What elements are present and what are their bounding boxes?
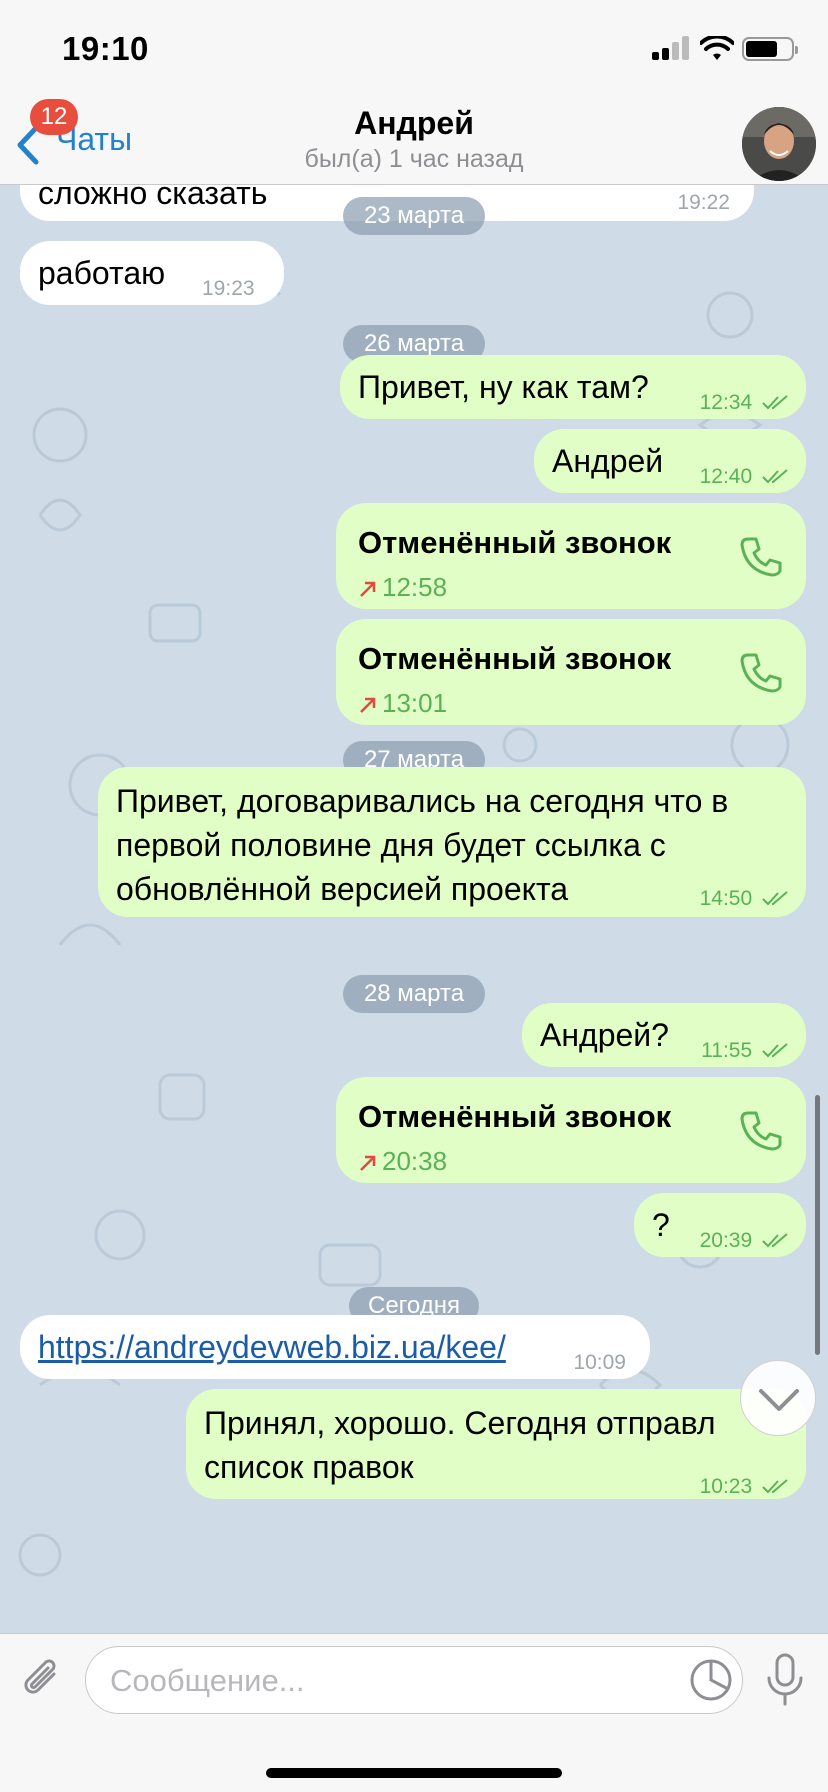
- message-text: Привет, ну как там?: [358, 369, 649, 405]
- message-time: 19:22: [677, 191, 730, 214]
- call-outgoing-arrow-icon: [360, 581, 376, 598]
- cancelled-call-message[interactable]: Отменённый звонок 20:38: [336, 1077, 806, 1183]
- input-bar: Сообщение...: [0, 1633, 828, 1792]
- call-title: Отменённый звонок: [358, 1099, 672, 1134]
- message-meta: 20:39: [700, 1219, 792, 1263]
- read-ticks-icon: [762, 1479, 788, 1494]
- message-outgoing[interactable]: Привет, договаривались на сегодня что в …: [98, 767, 806, 917]
- status-bar: 19:10: [0, 0, 828, 95]
- message-link[interactable]: https://andreydevweb.biz.ua/kee/: [38, 1325, 506, 1369]
- contact-status: был(а) 1 час назад: [304, 145, 524, 173]
- phone-icon[interactable]: [736, 533, 784, 581]
- message-time: 11:55: [701, 1039, 753, 1062]
- read-ticks-icon: [762, 1233, 788, 1248]
- nav-bar: Чаты 12 Андрей был(а) 1 час назад: [0, 95, 828, 185]
- home-indicator: [266, 1768, 562, 1778]
- message-time: 14:50: [699, 887, 753, 910]
- message-text: ?: [652, 1207, 670, 1243]
- message-text: Привет, договаривались на сегодня что в …: [116, 779, 728, 911]
- message-outgoing[interactable]: Андрей? 11:55: [522, 1003, 806, 1067]
- contact-name[interactable]: Андрей: [0, 105, 828, 142]
- message-time: 12:40: [699, 465, 753, 488]
- message-input[interactable]: Сообщение...: [85, 1646, 743, 1714]
- sticker-icon[interactable]: [688, 1657, 734, 1703]
- message-meta: 14:50: [700, 877, 792, 921]
- avatar[interactable]: [742, 107, 816, 181]
- message-outgoing[interactable]: ? 20:39: [634, 1193, 806, 1257]
- call-outgoing-arrow-icon: [360, 697, 376, 714]
- read-ticks-icon: [762, 395, 788, 410]
- microphone-icon[interactable]: [764, 1652, 806, 1708]
- read-ticks-icon: [762, 469, 788, 484]
- read-ticks-icon: [762, 1043, 788, 1058]
- message-text: Андрей: [552, 443, 664, 479]
- call-time: 12:58: [382, 572, 448, 602]
- battery-icon: [742, 37, 798, 61]
- message-time: 12:34: [699, 391, 753, 414]
- message-meta: 10:23: [700, 1465, 792, 1509]
- message-incoming[interactable]: работаю 19:23: [20, 241, 284, 305]
- wifi-icon: [700, 36, 734, 60]
- message-time: 10:23: [699, 1475, 753, 1498]
- call-title: Отменённый звонок: [358, 525, 672, 560]
- message-text: Принял, хорошо. Сегодня отправл список п…: [204, 1401, 764, 1489]
- call-time: 20:38: [382, 1146, 448, 1176]
- chevron-down-icon: [759, 1389, 799, 1411]
- message-line: Привет, договаривались на сегодня что в: [116, 783, 729, 819]
- date-divider: 23 марта: [343, 197, 485, 235]
- date-divider: 28 марта: [343, 975, 485, 1013]
- message-meta: 12:40: [700, 455, 792, 499]
- message-meta: 12:34: [700, 381, 792, 425]
- message-outgoing[interactable]: Андрей 12:40: [534, 429, 806, 493]
- scroll-to-bottom-button[interactable]: [740, 1360, 816, 1436]
- message-time: 19:23: [202, 277, 255, 300]
- call-meta: 20:38: [358, 1139, 447, 1183]
- message-line: обновлённой версией проекта: [116, 871, 569, 907]
- message-text: работаю: [38, 255, 166, 291]
- message-line: список правок: [204, 1449, 414, 1485]
- message-line: Принял, хорошо. Сегодня отправл: [204, 1405, 716, 1441]
- call-outgoing-arrow-icon: [360, 1155, 376, 1172]
- message-input-placeholder: Сообщение...: [110, 1663, 305, 1698]
- message-incoming[interactable]: https://andreydevweb.biz.ua/kee/ 10:09: [20, 1315, 650, 1379]
- signal-icon: [652, 36, 690, 60]
- message-meta: 11:55: [701, 1029, 792, 1073]
- call-title: Отменённый звонок: [358, 641, 672, 676]
- message-text: сложно сказать: [38, 185, 268, 211]
- call-meta: 13:01: [358, 681, 447, 725]
- status-time: 19:10: [62, 30, 149, 67]
- call-time: 13:01: [382, 688, 448, 718]
- message-outgoing[interactable]: Привет, ну как там? 12:34: [340, 355, 806, 419]
- phone-icon[interactable]: [736, 1107, 784, 1155]
- message-time: 10:09: [573, 1351, 626, 1374]
- message-text: Андрей?: [540, 1017, 669, 1053]
- chat-area[interactable]: сложно сказать 19:22 23 марта работаю 19…: [0, 185, 828, 1633]
- message-line: первой половине дня будет ссылка с: [116, 827, 666, 863]
- paperclip-icon[interactable]: [20, 1656, 64, 1704]
- phone-icon[interactable]: [736, 649, 784, 697]
- call-meta: 12:58: [358, 565, 447, 609]
- read-ticks-icon: [762, 891, 788, 906]
- scrollbar[interactable]: [815, 1095, 820, 1355]
- cancelled-call-message[interactable]: Отменённый звонок 12:58: [336, 503, 806, 609]
- message-outgoing[interactable]: Принял, хорошо. Сегодня отправл список п…: [186, 1389, 806, 1499]
- message-time: 20:39: [699, 1229, 753, 1252]
- cancelled-call-message[interactable]: Отменённый звонок 13:01: [336, 619, 806, 725]
